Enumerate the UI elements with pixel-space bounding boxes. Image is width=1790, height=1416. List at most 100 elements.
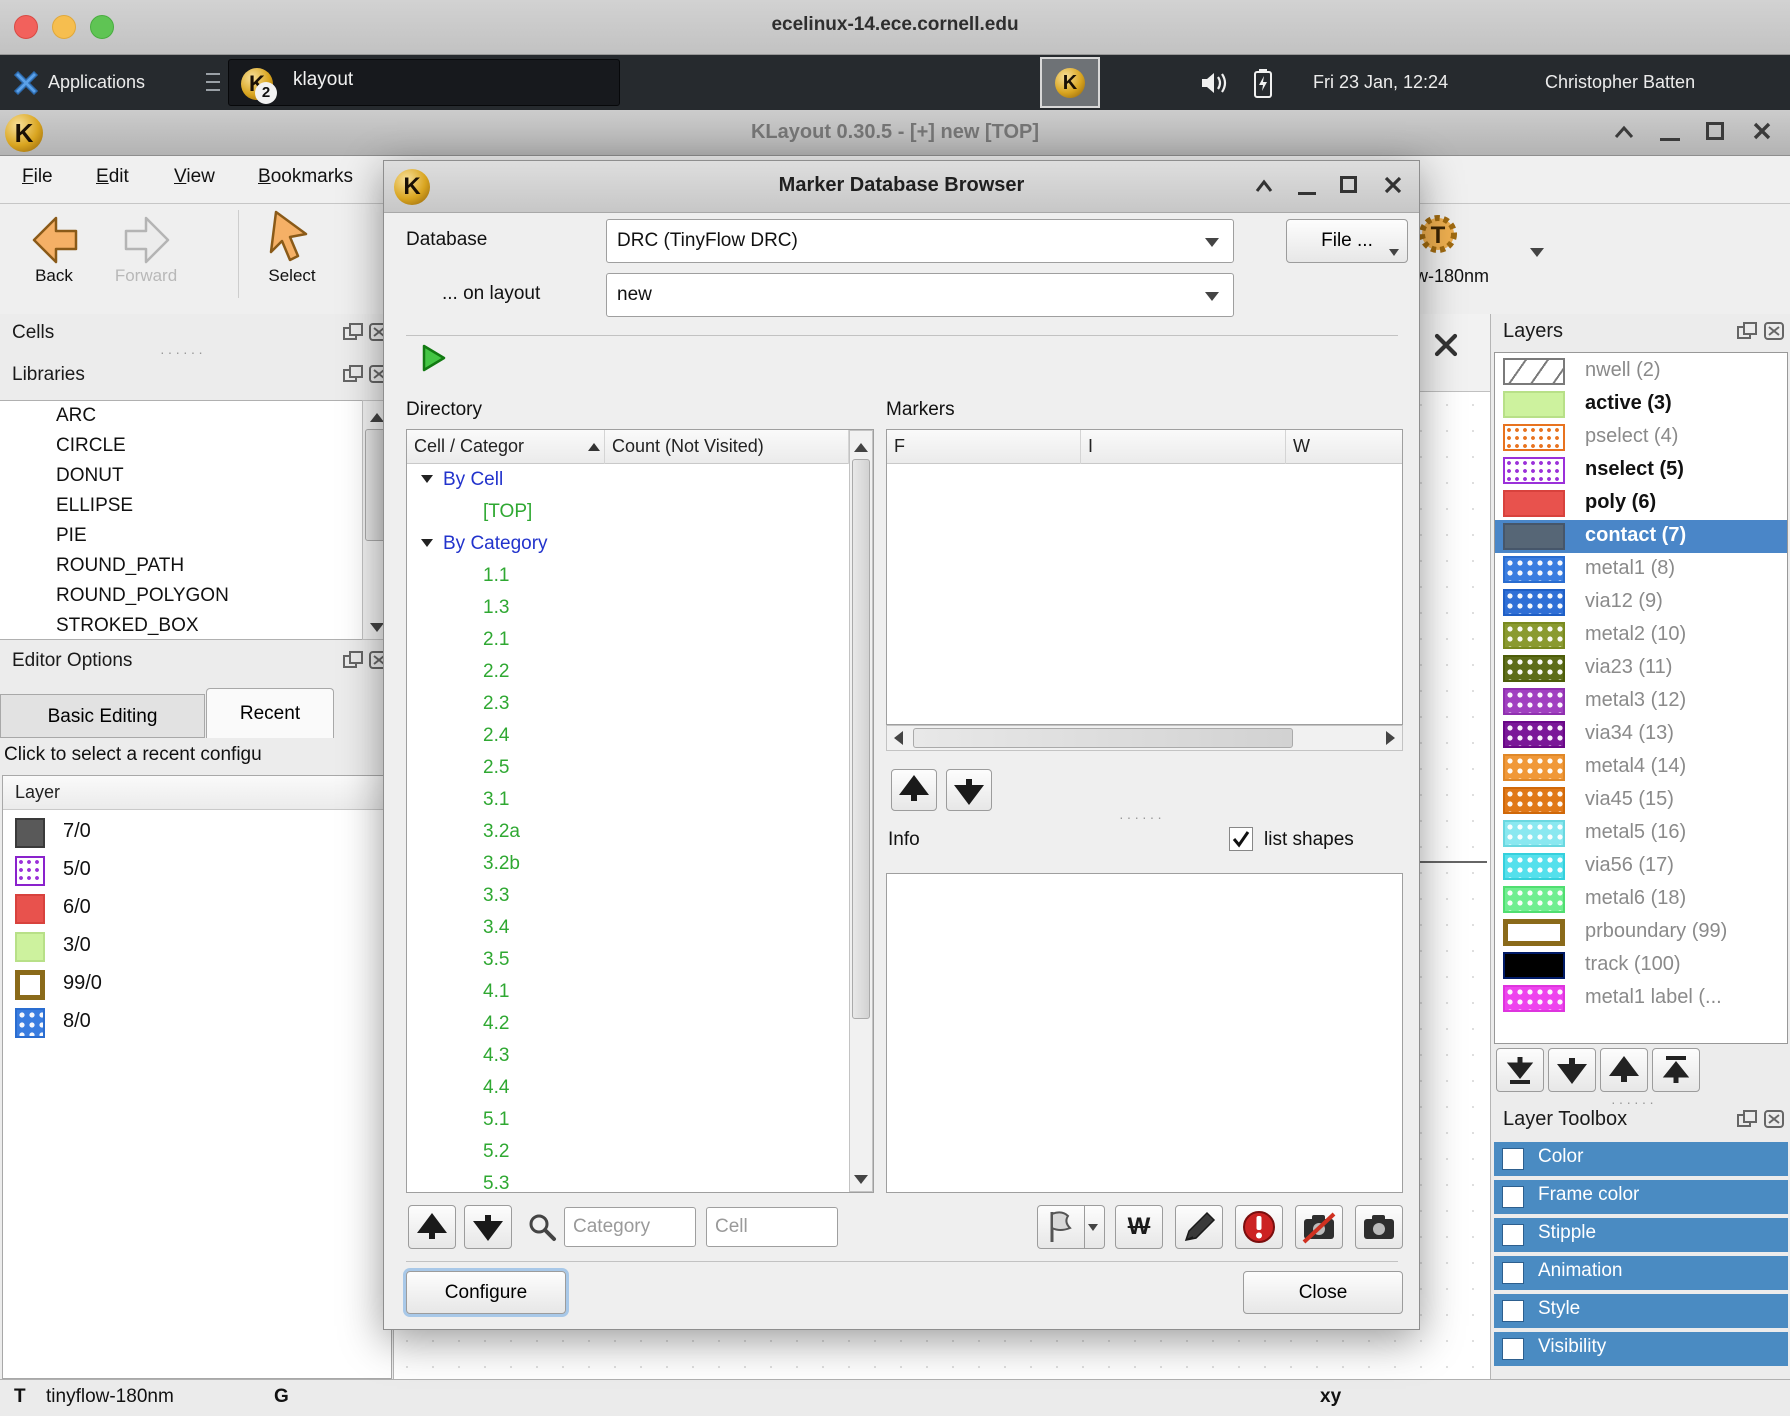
column-header-flag[interactable]: F	[887, 430, 1081, 464]
close-dialog-icon[interactable]	[1384, 176, 1402, 194]
layer-style-swatch[interactable]	[1503, 688, 1565, 715]
forward-button-label[interactable]: Forward	[106, 266, 186, 286]
tree-item-row[interactable]: [TOP]	[407, 496, 849, 528]
recent-layer-row[interactable]: 99/0	[3, 966, 391, 1004]
tree-item-row[interactable]: 5.2	[407, 1136, 849, 1168]
volume-icon[interactable]	[1200, 69, 1230, 97]
tree-item-row[interactable]: 3.2b	[407, 848, 849, 880]
layers-row-prboundary[interactable]: prboundary (99)	[1495, 916, 1787, 949]
move-layer-up-button[interactable]	[1600, 1048, 1648, 1092]
tree-item-row[interactable]: 3.2a	[407, 816, 849, 848]
layers-row-metal2[interactable]: metal2 (10)	[1495, 619, 1787, 652]
layer-style-swatch[interactable]	[1503, 820, 1565, 847]
toolbox-checkbox[interactable]	[1502, 1338, 1524, 1360]
back-button-label[interactable]: Back	[14, 266, 94, 286]
maximize-dialog-icon[interactable]	[1340, 176, 1357, 193]
edit-marker-button[interactable]	[1175, 1205, 1223, 1249]
forward-icon[interactable]	[118, 212, 176, 268]
tree-up-button[interactable]	[408, 1205, 456, 1249]
applications-menu[interactable]: Applications	[48, 55, 145, 110]
no-snapshot-button[interactable]	[1295, 1205, 1343, 1249]
configure-button[interactable]: Configure	[406, 1271, 566, 1314]
layer-style-swatch[interactable]	[1503, 556, 1565, 583]
panel-splitter[interactable]: ······	[160, 344, 206, 360]
layer-style-swatch[interactable]	[1503, 985, 1565, 1012]
tab-basic-editing[interactable]: Basic Editing	[0, 694, 205, 738]
technology-dropdown-icon[interactable]	[1530, 248, 1544, 257]
database-combobox[interactable]: DRC (TinyFlow DRC)	[606, 219, 1234, 263]
select-button-label[interactable]: Select	[252, 266, 332, 286]
category-filter-input[interactable]	[564, 1207, 696, 1247]
layers-row-nselect[interactable]: nselect (5)	[1495, 454, 1787, 487]
toolbox-row-animation[interactable]: Animation	[1494, 1256, 1788, 1290]
maximize-window-icon[interactable]	[1706, 122, 1724, 140]
recent-layer-row[interactable]: 8/0	[3, 1004, 391, 1042]
tree-item-row[interactable]: 5.3	[407, 1168, 849, 1192]
column-header-w[interactable]: W	[1286, 430, 1402, 464]
toolbox-row-visibility[interactable]: Visibility	[1494, 1332, 1788, 1366]
cell-filter-input[interactable]	[706, 1207, 838, 1247]
layers-row-metal1[interactable]: metal1 (8)	[1495, 553, 1787, 586]
recent-layer-row[interactable]: 7/0	[3, 814, 391, 852]
file-menu-button[interactable]: File ...	[1286, 219, 1408, 263]
window-titlebar[interactable]: K KLayout 0.30.5 - [+] new [TOP]	[0, 110, 1790, 156]
library-item[interactable]: DONUT	[0, 461, 394, 491]
layers-row-track[interactable]: track (100)	[1495, 949, 1787, 982]
toolbox-checkbox[interactable]	[1502, 1262, 1524, 1284]
layers-row-via12[interactable]: via12 (9)	[1495, 586, 1787, 619]
toolbox-row-color[interactable]: Color	[1494, 1142, 1788, 1176]
toolbox-row-stipple[interactable]: Stipple	[1494, 1218, 1788, 1252]
dialog-splitter[interactable]: ······	[1119, 809, 1165, 825]
important-marker-button[interactable]	[1235, 1205, 1283, 1249]
layer-style-swatch[interactable]	[1503, 655, 1565, 682]
layer-style-swatch[interactable]	[1503, 919, 1565, 946]
flag-dropdown-button[interactable]	[1085, 1205, 1105, 1249]
float-panel-icon[interactable]	[342, 322, 364, 342]
battery-icon[interactable]	[1252, 68, 1274, 98]
layers-row-via23[interactable]: via23 (11)	[1495, 652, 1787, 685]
column-header-i[interactable]: I	[1081, 430, 1286, 464]
tree-item-row[interactable]: 2.1	[407, 624, 849, 656]
tree-item-row[interactable]: 4.4	[407, 1072, 849, 1104]
expanded-triangle-icon[interactable]	[421, 539, 433, 547]
tree-item-row[interactable]: 2.3	[407, 688, 849, 720]
minimize-window-icon[interactable]	[1660, 138, 1680, 141]
layer-style-swatch[interactable]	[1503, 721, 1565, 748]
tree-down-button[interactable]	[464, 1205, 512, 1249]
layers-row-via56[interactable]: via56 (17)	[1495, 850, 1787, 883]
float-panel-icon[interactable]	[1736, 321, 1758, 341]
layers-row-metal6[interactable]: metal6 (18)	[1495, 883, 1787, 916]
recent-config-hint[interactable]: Click to select a recent configu	[4, 744, 394, 772]
status-technology[interactable]: tinyflow-180nm	[46, 1386, 174, 1408]
layers-row-via34[interactable]: via34 (13)	[1495, 718, 1787, 751]
tree-item-row[interactable]: 3.1	[407, 784, 849, 816]
close-search-icon[interactable]	[1433, 332, 1459, 358]
taskbar-window-button[interactable]: K 2 klayout	[228, 59, 620, 106]
rerun-play-icon[interactable]	[420, 343, 448, 373]
minimize-dialog-icon[interactable]	[1298, 192, 1316, 195]
tree-group-row[interactable]: By Category	[407, 528, 849, 560]
layer-style-swatch[interactable]	[1503, 853, 1565, 880]
float-panel-icon[interactable]	[1736, 1109, 1758, 1129]
close-window-icon[interactable]	[1752, 121, 1772, 141]
layer-style-swatch[interactable]	[1503, 952, 1565, 979]
move-layer-down-button[interactable]	[1548, 1048, 1596, 1092]
tray-klayout-icon[interactable]: K	[1040, 57, 1100, 108]
layer-style-swatch[interactable]	[1503, 886, 1565, 913]
recent-layer-row[interactable]: 3/0	[3, 928, 391, 966]
tree-item-row[interactable]: 4.1	[407, 976, 849, 1008]
float-panel-icon[interactable]	[342, 650, 364, 670]
recent-layer-row[interactable]: 6/0	[3, 890, 391, 928]
move-layer-top-button[interactable]	[1652, 1048, 1700, 1092]
layer-column-header[interactable]: Layer	[3, 776, 391, 810]
layer-style-swatch[interactable]	[1503, 490, 1565, 517]
move-layer-bottom-button[interactable]	[1496, 1048, 1544, 1092]
tree-item-row[interactable]: 1.3	[407, 592, 849, 624]
toolbox-row-frame-color[interactable]: Frame color	[1494, 1180, 1788, 1214]
library-item[interactable]: PIE	[0, 521, 394, 551]
layers-row-metal1[interactable]: metal1 label (...	[1495, 982, 1787, 1015]
layers-row-metal3[interactable]: metal3 (12)	[1495, 685, 1787, 718]
layers-row-pselect[interactable]: pselect (4)	[1495, 421, 1787, 454]
layer-style-swatch[interactable]	[1503, 787, 1565, 814]
layer-style-swatch[interactable]	[1503, 457, 1565, 484]
